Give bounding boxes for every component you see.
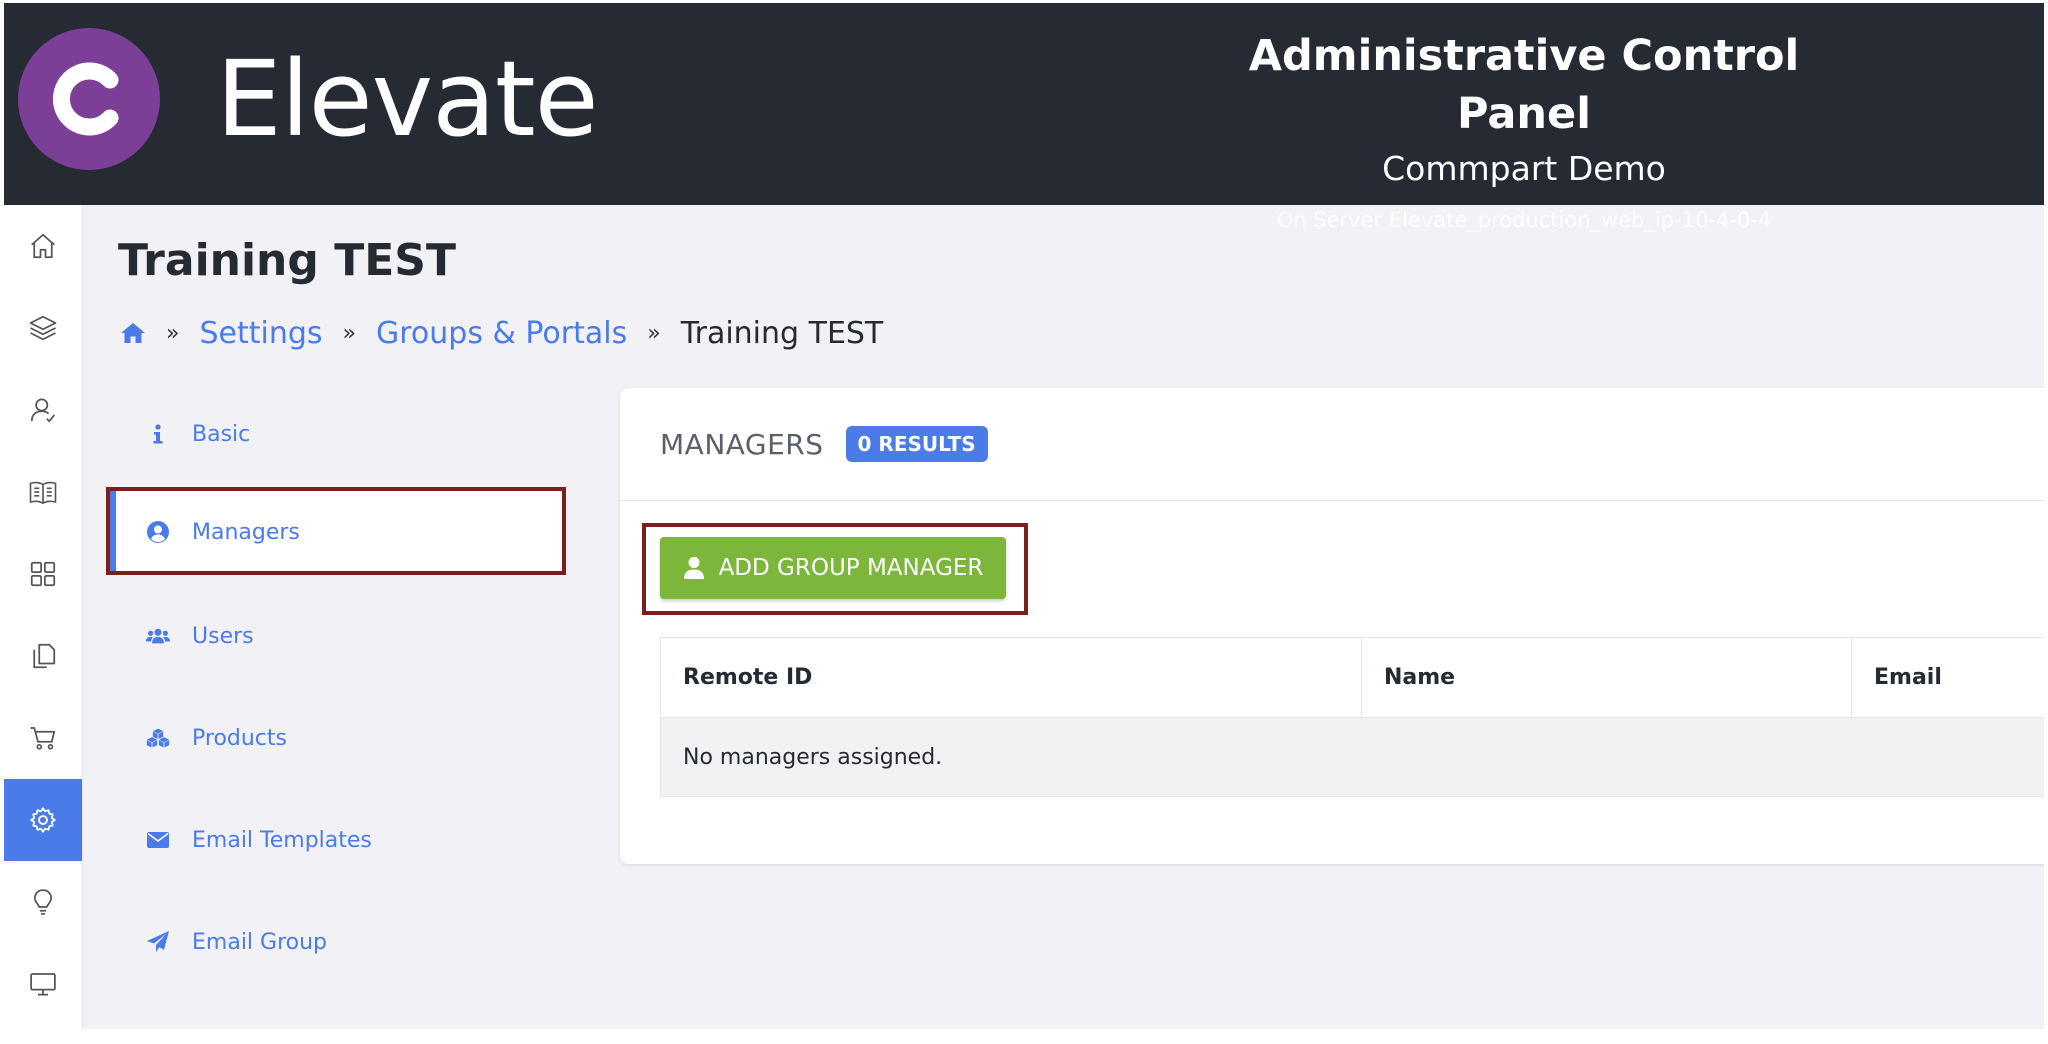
results-badge: 0 RESULTS xyxy=(845,426,988,462)
menu-item-managers[interactable]: Managers xyxy=(110,489,566,575)
breadcrumb: » Settings » Groups & Portals » Training… xyxy=(120,311,883,355)
cart-icon xyxy=(30,727,56,750)
menu-item-email-templates[interactable]: Email Templates xyxy=(110,797,566,883)
rail-layers[interactable] xyxy=(4,287,82,369)
server-info: On Server Elevate_production_web_ip-10-4… xyxy=(1276,208,1772,232)
menu-item-basic[interactable]: Basic xyxy=(110,391,566,477)
cubes-icon xyxy=(146,726,170,750)
documents-icon xyxy=(33,643,56,669)
panel-header: MANAGERS 0 RESULTS xyxy=(620,388,2044,501)
table-header: Remote ID Name Email xyxy=(661,638,2044,718)
header-info: Administrative Control Panel Commpart De… xyxy=(1204,27,1844,239)
menu-item-products[interactable]: Products xyxy=(110,695,566,781)
breadcrumb-settings[interactable]: Settings xyxy=(199,316,322,351)
users-icon xyxy=(146,624,170,648)
rail-documents[interactable] xyxy=(4,615,82,697)
page-title: Training TEST xyxy=(118,235,456,286)
rail-orders[interactable] xyxy=(4,697,82,779)
column-email[interactable]: Email xyxy=(1851,638,2044,717)
menu-label: Email Group xyxy=(192,929,328,955)
rail-apps[interactable] xyxy=(4,533,82,615)
rail-home[interactable] xyxy=(4,205,82,287)
breadcrumb-separator: » xyxy=(166,320,180,346)
user-icon xyxy=(30,398,55,423)
column-remote-id[interactable]: Remote ID xyxy=(661,638,1361,717)
managers-panel: MANAGERS 0 RESULTS ADD GROUP MANAGER Rem… xyxy=(620,388,2044,864)
book-icon xyxy=(29,481,57,505)
user-icon xyxy=(683,557,704,579)
top-header: Elevate Administrative Control Panel Com… xyxy=(4,3,2044,232)
rail-ideas[interactable] xyxy=(4,861,82,943)
managers-table: Remote ID Name Email No managers assigne… xyxy=(660,637,2044,797)
breadcrumb-separator: » xyxy=(342,320,356,346)
logo-c-icon xyxy=(53,62,119,136)
app-window: Elevate Administrative Control Panel Com… xyxy=(4,3,2044,1029)
grid-icon xyxy=(30,561,56,587)
layers-icon xyxy=(29,315,57,341)
breadcrumb-current: Training TEST xyxy=(680,315,884,351)
breadcrumb-groups-portals[interactable]: Groups & Portals xyxy=(376,316,627,351)
paper-plane-icon xyxy=(146,930,170,954)
menu-item-email-group[interactable]: Email Group xyxy=(110,899,566,985)
organization-name: Commpart Demo xyxy=(1382,149,1666,188)
home-icon xyxy=(31,233,55,259)
empty-table-row: No managers assigned. xyxy=(661,718,2044,796)
user-circle-icon xyxy=(146,520,170,544)
menu-label: Products xyxy=(192,725,287,751)
panel-title: MANAGERS xyxy=(660,427,824,461)
breadcrumb-separator: » xyxy=(647,320,661,346)
gear-icon xyxy=(30,807,56,833)
lightbulb-icon xyxy=(34,889,52,915)
panel-title: Administrative Control Panel xyxy=(1248,31,1800,139)
menu-item-users[interactable]: Users xyxy=(110,593,566,679)
icon-sidebar xyxy=(4,205,83,1029)
rail-catalog[interactable] xyxy=(4,451,82,533)
monitor-icon xyxy=(30,973,56,996)
logo[interactable] xyxy=(18,28,160,170)
home-icon[interactable] xyxy=(120,321,146,345)
rail-users[interactable] xyxy=(4,369,82,451)
envelope-icon xyxy=(146,828,170,852)
info-icon xyxy=(146,422,170,446)
brand-name: Elevate xyxy=(216,38,599,160)
rail-display[interactable] xyxy=(4,943,82,1025)
menu-label: Basic xyxy=(192,421,251,447)
rail-settings[interactable] xyxy=(4,779,82,861)
menu-label: Users xyxy=(192,623,254,649)
menu-label: Managers xyxy=(192,519,300,545)
menu-label: Email Templates xyxy=(192,827,372,853)
column-name[interactable]: Name xyxy=(1361,638,1851,717)
add-group-manager-button[interactable]: ADD GROUP MANAGER xyxy=(660,537,1006,599)
button-label: ADD GROUP MANAGER xyxy=(718,555,984,581)
